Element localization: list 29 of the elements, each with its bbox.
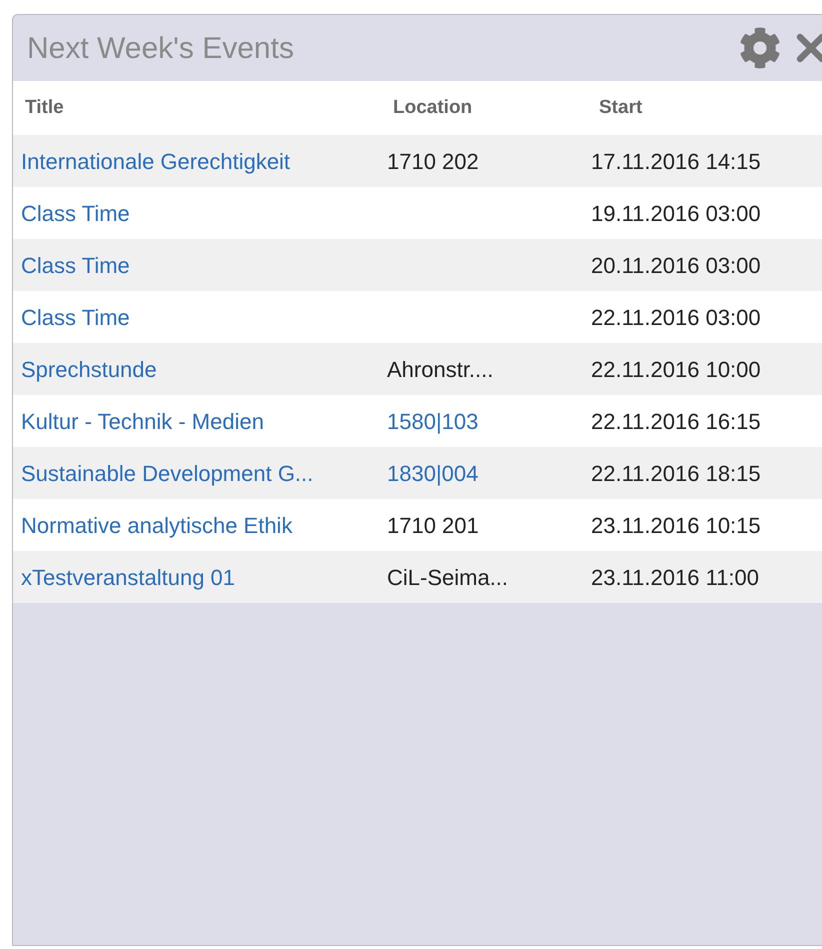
- event-title-link[interactable]: Kultur - Technik - Medien: [21, 408, 264, 434]
- column-header: Title: [24, 96, 65, 120]
- location-text: CiL-Seima...: [387, 564, 508, 590]
- panel-title: Next Week's Events: [27, 30, 294, 66]
- event-title-link[interactable]: Class Time: [21, 200, 130, 226]
- start-time: 22.11.2016 18:15: [590, 460, 761, 488]
- column-header: Location: [392, 96, 474, 120]
- location-link[interactable]: 1830|004: [387, 460, 478, 486]
- event-title-link[interactable]: Sustainable Development G...: [21, 460, 314, 486]
- location-text: 1710 201: [387, 512, 479, 538]
- event-title-link[interactable]: Internationale Gerechtigkeit: [21, 148, 290, 174]
- start-time: 23.11.2016 11:00: [590, 564, 760, 592]
- event-title-link[interactable]: xTestveranstaltung 01: [21, 564, 236, 590]
- settings-icon[interactable]: [739, 27, 781, 69]
- event-title-link[interactable]: Class Time: [21, 304, 130, 330]
- column-header: Start: [598, 96, 642, 120]
- start-time: 22.11.2016 16:15: [590, 408, 761, 436]
- event-title-link[interactable]: Normative analytische Ethik: [21, 512, 292, 538]
- location-text: Ahronstr....: [387, 356, 494, 382]
- start-time: 19.11.2016 03:00: [590, 200, 761, 228]
- event-title-link[interactable]: Sprechstunde: [21, 356, 157, 382]
- event-title-link[interactable]: Class Time: [21, 252, 130, 278]
- location-link[interactable]: 1580|103: [387, 408, 478, 434]
- start-time: 17.11.2016 14:15: [590, 148, 761, 176]
- start-time: 23.11.2016 10:15: [590, 512, 761, 540]
- location-text: 1710 202: [387, 148, 479, 174]
- start-time: 20.11.2016 03:00: [590, 252, 761, 280]
- start-time: 22.11.2016 10:00: [590, 356, 761, 384]
- start-time: 22.11.2016 03:00: [590, 304, 761, 332]
